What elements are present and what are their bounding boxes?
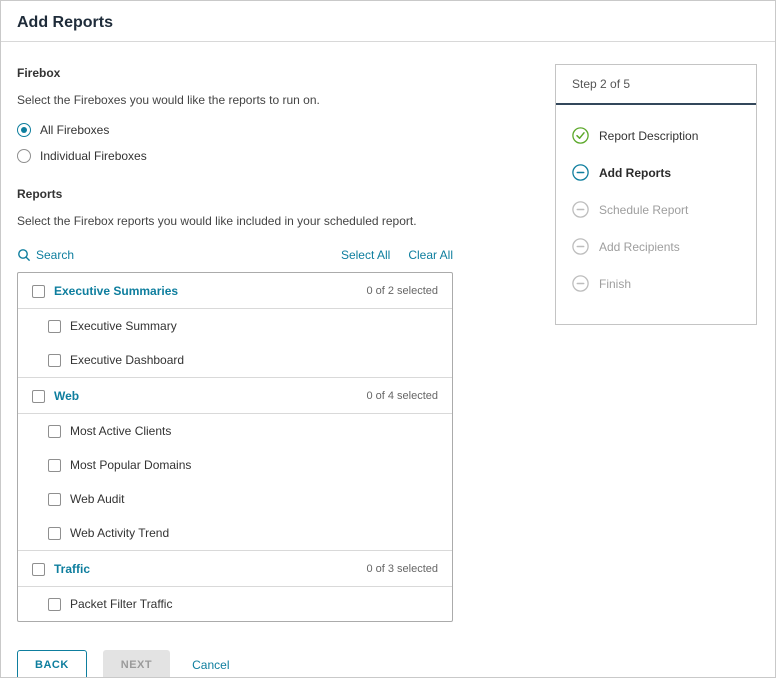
- check-circle-icon: [572, 127, 589, 144]
- report-item[interactable]: Most Active Clients: [18, 414, 452, 448]
- checkbox-icon[interactable]: [48, 527, 61, 540]
- report-list-panel: Executive Summaries 0 of 2 selected Exec…: [17, 272, 453, 622]
- wizard-column: Step 2 of 5 Report Description: [555, 64, 757, 325]
- dash-circle-pending-icon: [572, 201, 589, 218]
- dash-circle-pending-icon: [572, 238, 589, 255]
- radio-selected-icon[interactable]: [17, 123, 31, 137]
- page-title: Add Reports: [17, 14, 759, 32]
- search-toggle[interactable]: Search: [17, 248, 74, 262]
- report-item-label: Web Audit: [70, 492, 124, 506]
- report-group-web: Web 0 of 4 selected Most Active Clients …: [18, 377, 452, 550]
- step-label: Add Recipients: [599, 240, 680, 254]
- step-label: Schedule Report: [599, 203, 688, 217]
- report-item[interactable]: Web Audit: [18, 482, 452, 516]
- reports-description: Select the Firebox reports you would lik…: [17, 214, 453, 228]
- report-group-executive-summaries: Executive Summaries 0 of 2 selected Exec…: [18, 273, 452, 377]
- radio-unselected-icon[interactable]: [17, 149, 31, 163]
- report-item[interactable]: Executive Summary: [18, 309, 452, 343]
- footer-actions: BACK NEXT Cancel: [17, 650, 453, 678]
- group-count: 0 of 3 selected: [366, 563, 438, 575]
- step-label: Finish: [599, 277, 631, 291]
- firebox-heading: Firebox: [17, 66, 453, 80]
- report-item[interactable]: Packet Filter Traffic: [18, 587, 452, 621]
- step-label: Add Reports: [599, 166, 671, 180]
- checkbox-icon[interactable]: [48, 598, 61, 611]
- step-schedule-report: Schedule Report: [572, 201, 740, 218]
- group-header[interactable]: Traffic 0 of 3 selected: [18, 551, 452, 587]
- group-header[interactable]: Executive Summaries 0 of 2 selected: [18, 273, 452, 309]
- reports-heading: Reports: [17, 187, 453, 201]
- form-column: Firebox Select the Fireboxes you would l…: [17, 42, 453, 678]
- report-item-label: Executive Dashboard: [70, 353, 184, 367]
- search-label: Search: [36, 248, 74, 262]
- step-finish: Finish: [572, 275, 740, 292]
- dash-circle-pending-icon: [572, 275, 589, 292]
- checkbox-icon[interactable]: [48, 493, 61, 506]
- search-icon: [17, 248, 31, 262]
- step-add-reports: Add Reports: [572, 164, 740, 181]
- checkbox-icon[interactable]: [32, 285, 45, 298]
- group-header[interactable]: Web 0 of 4 selected: [18, 378, 452, 414]
- checkbox-icon[interactable]: [48, 459, 61, 472]
- report-item[interactable]: Most Popular Domains: [18, 448, 452, 482]
- radio-all-fireboxes-label: All Fireboxes: [40, 123, 109, 137]
- firebox-description: Select the Fireboxes you would like the …: [17, 93, 453, 107]
- wizard-step-indicator: Step 2 of 5: [556, 65, 756, 105]
- content: Firebox Select the Fireboxes you would l…: [1, 42, 775, 678]
- cancel-link[interactable]: Cancel: [192, 658, 229, 672]
- report-item-label: Most Popular Domains: [70, 458, 191, 472]
- firebox-radio-group: All Fireboxes Individual Fireboxes: [17, 123, 453, 163]
- wizard-panel: Step 2 of 5 Report Description: [555, 64, 757, 325]
- step-add-recipients: Add Recipients: [572, 238, 740, 255]
- report-item-label: Executive Summary: [70, 319, 177, 333]
- step-label: Report Description: [599, 129, 698, 143]
- checkbox-icon[interactable]: [32, 390, 45, 403]
- wizard-steps: Report Description Add Reports: [556, 105, 756, 324]
- report-item[interactable]: Web Activity Trend: [18, 516, 452, 550]
- report-item[interactable]: Executive Dashboard: [18, 343, 452, 377]
- group-name[interactable]: Executive Summaries: [54, 284, 178, 298]
- clear-all-link[interactable]: Clear All: [408, 248, 453, 262]
- back-button[interactable]: BACK: [17, 650, 87, 678]
- group-count: 0 of 2 selected: [366, 285, 438, 297]
- add-reports-page: Add Reports Firebox Select the Fireboxes…: [0, 0, 776, 678]
- report-item-label: Most Active Clients: [70, 424, 171, 438]
- radio-all-fireboxes[interactable]: All Fireboxes: [17, 123, 453, 137]
- report-group-traffic: Traffic 0 of 3 selected Packet Filter Tr…: [18, 550, 452, 621]
- report-item-label: Web Activity Trend: [70, 526, 169, 540]
- next-button[interactable]: NEXT: [103, 650, 170, 678]
- search-row: Search Select All Clear All: [17, 248, 453, 262]
- checkbox-icon[interactable]: [48, 320, 61, 333]
- radio-individual-fireboxes-label: Individual Fireboxes: [40, 149, 147, 163]
- checkbox-icon[interactable]: [48, 354, 61, 367]
- page-header: Add Reports: [1, 1, 775, 42]
- group-name[interactable]: Web: [54, 389, 79, 403]
- step-report-description: Report Description: [572, 127, 740, 144]
- dash-circle-current-icon: [572, 164, 589, 181]
- select-all-link[interactable]: Select All: [341, 248, 390, 262]
- group-name[interactable]: Traffic: [54, 562, 90, 576]
- radio-individual-fireboxes[interactable]: Individual Fireboxes: [17, 149, 453, 163]
- report-item-label: Packet Filter Traffic: [70, 597, 172, 611]
- checkbox-icon[interactable]: [48, 425, 61, 438]
- checkbox-icon[interactable]: [32, 563, 45, 576]
- group-count: 0 of 4 selected: [366, 390, 438, 402]
